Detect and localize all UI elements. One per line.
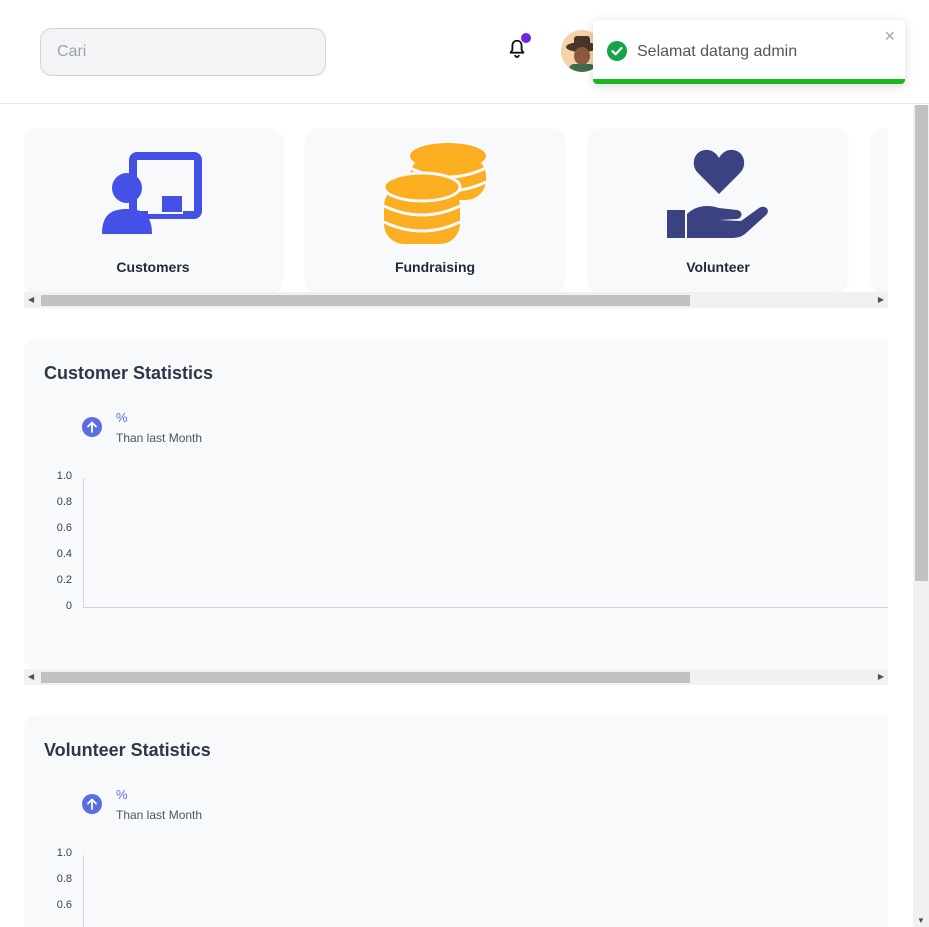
cards-horizontal-scrollbar[interactable]: ◀ ▶ <box>24 292 888 308</box>
heart-hand-icon <box>667 149 768 238</box>
y-tick-label: 0.6 <box>56 899 72 911</box>
check-circle-icon <box>607 41 627 61</box>
chart-horizontal-scrollbar[interactable]: ◀ ▶ <box>24 669 888 685</box>
scroll-down-icon[interactable]: ▼ <box>917 916 925 925</box>
y-tick-label: 0.8 <box>56 496 72 508</box>
coins-icon <box>382 143 487 244</box>
y-axis <box>83 478 84 608</box>
card-label: Fundraising <box>394 259 476 275</box>
panel-title: Customer Statistics <box>44 363 214 383</box>
arrow-up-icon <box>82 417 102 437</box>
page-vertical-scrollbar[interactable]: ▼ <box>913 105 929 927</box>
main-content: Customers Fundraising Volunteer ◀ ▶ Cust… <box>0 105 913 927</box>
scrollbar-thumb[interactable] <box>41 295 690 306</box>
panel-title: Volunteer Statistics <box>44 740 211 760</box>
customer-statistics-panel: Customer Statistics % Than last Month 1.… <box>24 339 888 669</box>
y-tick-label: 0.2 <box>56 574 72 586</box>
volunteer-statistics-panel: Volunteer Statistics % Than last Month 1… <box>24 716 888 927</box>
scroll-right-icon[interactable]: ▶ <box>878 295 884 304</box>
y-tick-label: 0.4 <box>56 548 72 560</box>
y-tick-label: 0.8 <box>56 873 72 885</box>
toast-message: Selamat datang admin <box>637 43 798 60</box>
welcome-toast: Selamat datang admin × <box>593 20 905 84</box>
x-axis <box>83 607 888 608</box>
arrow-up-icon <box>82 794 102 814</box>
card-label: Customers <box>116 259 190 275</box>
card-partial[interactable] <box>872 128 888 292</box>
change-caption: Than last Month <box>116 431 203 445</box>
card-label: Volunteer <box>686 259 750 275</box>
card-fundraising[interactable]: Fundraising <box>306 128 564 292</box>
y-tick-label: 0.6 <box>56 522 72 534</box>
scrollbar-thumb[interactable] <box>915 105 928 581</box>
change-caption: Than last Month <box>116 808 203 822</box>
change-percent: % <box>116 410 128 425</box>
search-input[interactable] <box>40 28 326 76</box>
change-percent: % <box>116 787 128 802</box>
toast-progress-bar <box>593 79 905 84</box>
scroll-left-icon[interactable]: ◀ <box>28 295 34 304</box>
scroll-right-icon[interactable]: ▶ <box>878 672 884 681</box>
close-icon[interactable]: × <box>884 26 895 47</box>
y-tick-label: 1.0 <box>56 470 72 482</box>
notification-badge <box>520 32 532 44</box>
category-cards: Customers Fundraising Volunteer <box>24 128 888 292</box>
scroll-left-icon[interactable]: ◀ <box>28 672 34 681</box>
scrollbar-thumb[interactable] <box>41 672 690 683</box>
card-volunteer[interactable]: Volunteer <box>589 128 847 292</box>
customer-board-icon <box>102 152 202 234</box>
y-tick-label: 1.0 <box>56 847 72 859</box>
y-tick-label: 0 <box>65 600 72 612</box>
y-axis <box>83 855 84 927</box>
card-customers[interactable]: Customers <box>24 128 282 292</box>
